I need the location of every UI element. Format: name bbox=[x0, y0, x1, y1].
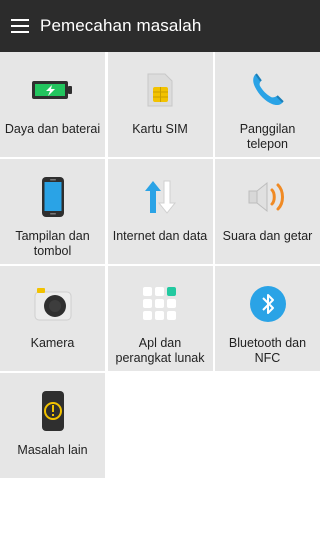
tile-label: Kartu SIM bbox=[132, 122, 188, 136]
tile-label: Bluetooth dan NFC bbox=[228, 336, 307, 365]
tile-camera[interactable]: Kamera bbox=[0, 266, 105, 371]
tile-label: Kamera bbox=[30, 336, 75, 350]
sim-card-icon bbox=[136, 66, 184, 114]
troubleshoot-grid: Daya dan baterai Kartu SIM Panggilan tel… bbox=[0, 52, 320, 478]
page-title: Pemecahan masalah bbox=[40, 16, 202, 35]
tile-label: Apl dan perangkat lunak bbox=[115, 336, 205, 365]
tile-other-issues[interactable]: Masalah lain bbox=[0, 373, 105, 478]
tile-power-battery[interactable]: Daya dan baterai bbox=[0, 52, 105, 157]
data-arrows-icon bbox=[136, 173, 184, 221]
bluetooth-icon bbox=[244, 280, 292, 328]
app-bar: Pemecahan masalah bbox=[0, 0, 320, 52]
tile-label: Tampilan dan tombol bbox=[15, 229, 90, 258]
smartphone-icon bbox=[29, 173, 77, 221]
tile-label: Panggilan telepon bbox=[239, 122, 296, 151]
phone-handset-icon bbox=[244, 66, 292, 114]
app-grid-icon bbox=[136, 280, 184, 328]
hamburger-menu-icon[interactable] bbox=[0, 0, 40, 52]
battery-charging-icon bbox=[29, 66, 77, 114]
camera-icon bbox=[29, 280, 77, 328]
tile-label: Masalah lain bbox=[17, 443, 88, 457]
speaker-vibrate-icon bbox=[244, 173, 292, 221]
tile-sound-vibrate[interactable]: Suara dan getar bbox=[215, 159, 320, 264]
tile-phone-calls[interactable]: Panggilan telepon bbox=[215, 52, 320, 157]
tile-internet-data[interactable]: Internet dan data bbox=[107, 159, 213, 264]
tile-label: Daya dan baterai bbox=[4, 122, 101, 136]
tile-label: Suara dan getar bbox=[222, 229, 313, 243]
tile-apps-software[interactable]: Apl dan perangkat lunak bbox=[107, 266, 213, 371]
tile-label: Internet dan data bbox=[112, 229, 208, 243]
warning-phone-icon bbox=[29, 387, 77, 435]
tile-bluetooth-nfc[interactable]: Bluetooth dan NFC bbox=[215, 266, 320, 371]
tile-sim-card[interactable]: Kartu SIM bbox=[107, 52, 213, 157]
tile-display-buttons[interactable]: Tampilan dan tombol bbox=[0, 159, 105, 264]
